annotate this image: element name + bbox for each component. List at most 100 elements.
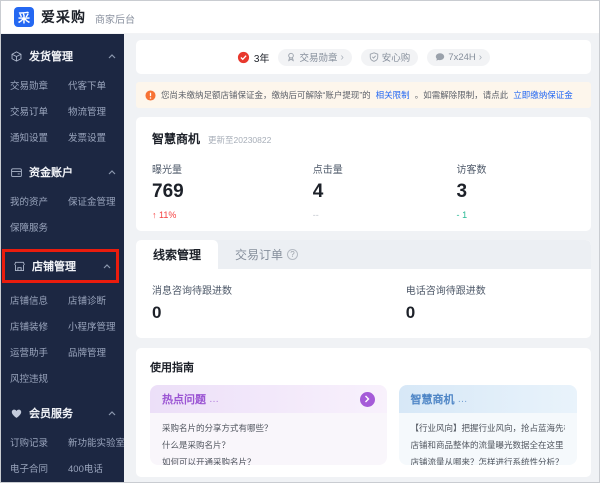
chevron-right-icon: › — [340, 51, 344, 63]
highlight-annotation-box: 店铺管理 — [2, 249, 119, 283]
sidebar-section-funds: 资金账户 我的资产 保证金管理 保障服务 — [1, 156, 124, 246]
main-content: 3年 交易勋章 › 安心购 7x24H › 您尚未缴纳足额店铺保证金，缴纳后可解… — [124, 34, 599, 482]
sidebar-section-funds-header[interactable]: 资金账户 — [1, 156, 124, 186]
stat-exposure: 曝光量 769 ↑ 11% — [152, 161, 313, 220]
guide-list-item[interactable]: 店铺和商品整体的流量曝光数据全在这里！ — [411, 437, 565, 454]
sidebar-item[interactable]: 订购记录 — [10, 435, 64, 449]
sidebar-item[interactable]: 电子合同 — [10, 461, 64, 475]
stat-label: 访客数 — [456, 165, 487, 176]
sidebar-item[interactable]: 交易订单 — [10, 104, 64, 118]
usage-guide-title: 使用指南 — [150, 362, 194, 374]
sidebar-section-shop-items: 店铺信息 店铺诊断 店铺装修 小程序管理 运营助手 品牌管理 风控违规 — [1, 285, 124, 397]
sidebar-section-membership-items: 订购记录 新功能实验室 电子合同 400电话 实力供应商 — [1, 427, 124, 482]
years-badge: 3年 — [237, 50, 270, 65]
sidebar-item[interactable]: 小程序管理 — [68, 319, 122, 333]
smart-business-header: 智慧商机 更新至20230822 — [152, 130, 575, 147]
stat-delta-value: 11% — [159, 210, 177, 220]
leads-card: 线索管理 交易订单 ? 消息咨询待跟进数 0 电话咨询待跟进数 0 — [136, 240, 591, 338]
sidebar-nav: 发货管理 交易勋章 代客下单 交易订单 物流管理 通知设置 发票设置 资金账户 … — [1, 34, 124, 482]
secure-buy-badge[interactable]: 安心购 — [360, 48, 419, 66]
tab-label: 交易订单 — [235, 248, 284, 262]
smart-business-guide-header: 智慧商机 … — [398, 385, 577, 413]
brand-title: 爱采购 — [41, 9, 86, 25]
help-icon[interactable]: ? — [287, 249, 299, 260]
ellipsis-text: … — [457, 393, 468, 405]
stat-visitors: 访客数 3 - 1 — [457, 161, 575, 220]
smart-business-guide-card: 智慧商机 … 【行业风向】把握行业风向，抢占蓝海先机！ 店铺和商品整体的流量曝光… — [398, 385, 577, 465]
app-window: 采 爱采购 商家后台 发货管理 交易勋章 代客下单 交易订单 物流管理 通知设置… — [0, 0, 600, 483]
guide-list-item[interactable]: 店铺流量从哪来？怎样进行系统性分析？ — [411, 454, 565, 465]
brand-subtitle: 商家后台 — [95, 14, 135, 26]
frame-body: 发货管理 交易勋章 代客下单 交易订单 物流管理 通知设置 发票设置 资金账户 … — [1, 34, 599, 482]
package-icon — [10, 50, 23, 63]
stat-value: 3 — [456, 181, 468, 202]
medal-icon — [286, 52, 296, 62]
sidebar-item[interactable]: 我的资产 — [10, 194, 64, 208]
more-arrow-button[interactable] — [359, 391, 375, 407]
support-badge[interactable]: 7x24H › — [427, 48, 491, 66]
sidebar-item[interactable]: 400电话 — [68, 461, 124, 475]
trade-medal-badge[interactable]: 交易勋章 › — [278, 48, 352, 66]
hot-questions-title: 热点问题 — [162, 394, 206, 406]
sidebar-item[interactable]: 交易勋章 — [10, 78, 64, 92]
chevron-up-icon — [108, 410, 116, 416]
sidebar-item[interactable]: 风控违规 — [10, 371, 64, 385]
restriction-link[interactable]: 相关限制 — [376, 89, 410, 101]
sidebar-section-title: 店铺管理 — [32, 261, 76, 273]
usage-guide-cards: 热点问题 … 采购名片的分享方式有哪些？ 什么是采购名片？ 如何可以开通采购名片… — [150, 385, 577, 465]
chevron-right-icon: › — [478, 51, 483, 63]
sidebar-item[interactable]: 保证金管理 — [68, 194, 122, 208]
secure-buy-label: 安心购 — [381, 53, 411, 64]
stat-delta-value: 1 — [462, 210, 468, 220]
guide-list-item[interactable]: 【行业风向】把握行业风向，抢占蓝海先机！ — [411, 420, 565, 437]
sidebar-item[interactable]: 店铺信息 — [10, 293, 64, 307]
sidebar-item[interactable]: 代客下单 — [68, 78, 122, 92]
pay-deposit-link[interactable]: 立即缴纳保证金 — [513, 89, 573, 101]
sidebar-item[interactable]: 发票设置 — [68, 130, 122, 144]
stat-value: 769 — [152, 181, 184, 202]
leads-stats: 消息咨询待跟进数 0 电话咨询待跟进数 0 — [136, 269, 591, 338]
ellipsis-text: … — [209, 393, 219, 405]
hot-questions-header: 热点问题 … — [150, 385, 387, 413]
stat-clicks: 点击量 4 -- — [313, 161, 457, 220]
stat-label: 点击量 — [312, 165, 343, 176]
sidebar-item[interactable]: 物流管理 — [68, 104, 122, 118]
years-badge-label: 3年 — [253, 53, 270, 65]
logo-glyph: 采 — [17, 10, 30, 25]
sidebar-section-membership-header[interactable]: 会员服务 — [1, 397, 124, 427]
lead-stat-message: 消息咨询待跟进数 0 — [152, 282, 406, 323]
sidebar-section-shipping-items: 交易勋章 代客下单 交易订单 物流管理 通知设置 发票设置 — [1, 70, 124, 156]
sidebar-section-title: 资金账户 — [29, 167, 73, 179]
stat-label: 曝光量 — [152, 165, 182, 176]
minus-icon: - — [456, 210, 460, 220]
guide-list-item[interactable]: 采购名片的分享方式有哪些？ — [162, 420, 375, 437]
stat-delta: - 1 — [457, 210, 575, 220]
guide-list-item[interactable]: 如何可以开通采购名片？ — [162, 454, 375, 465]
app-logo-icon: 采 — [14, 7, 34, 27]
notice-text: 您尚未缴纳足额店铺保证金，缴纳后可解除“账户提现”的 — [161, 90, 371, 100]
lead-stat-label: 电话咨询待跟进数 — [405, 286, 486, 297]
heart-icon — [10, 407, 23, 420]
lead-stat-value: 0 — [152, 303, 162, 322]
lead-stat-label: 消息咨询待跟进数 — [152, 286, 232, 297]
deposit-notice-bar: 您尚未缴纳足额店铺保证金，缴纳后可解除“账户提现”的 相关限制 。如需解除限制，请点… — [136, 82, 591, 108]
arrow-up-icon: ↑ — [152, 210, 157, 220]
sidebar-item[interactable]: 品牌管理 — [68, 345, 122, 359]
sidebar-item[interactable]: 新功能实验室 — [68, 435, 124, 449]
store-icon — [13, 260, 26, 273]
sidebar-item[interactable]: 店铺诊断 — [68, 293, 122, 307]
guide-list-item[interactable]: 什么是采购名片？ — [162, 437, 375, 454]
hot-questions-card: 热点问题 … 采购名片的分享方式有哪些？ 什么是采购名片？ 如何可以开通采购名片… — [150, 385, 387, 465]
smart-business-title: 智慧商机 — [152, 132, 201, 146]
tab-trade-orders[interactable]: 交易订单 ? — [218, 240, 315, 269]
tab-leads-management[interactable]: 线索管理 — [136, 240, 219, 269]
sidebar-section-shop-header[interactable]: 店铺管理 — [5, 252, 116, 280]
app-header: 采 爱采购 商家后台 — [1, 1, 599, 34]
sidebar-item[interactable]: 保障服务 — [10, 220, 64, 234]
sidebar-item[interactable]: 运营助手 — [10, 345, 64, 359]
sidebar-section-shipping-header[interactable]: 发货管理 — [1, 40, 124, 70]
sidebar-item[interactable]: 通知设置 — [10, 130, 64, 144]
chevron-up-icon — [108, 169, 116, 175]
sidebar-item[interactable]: 店铺装修 — [10, 319, 64, 333]
lead-stat-value: 0 — [405, 303, 416, 322]
